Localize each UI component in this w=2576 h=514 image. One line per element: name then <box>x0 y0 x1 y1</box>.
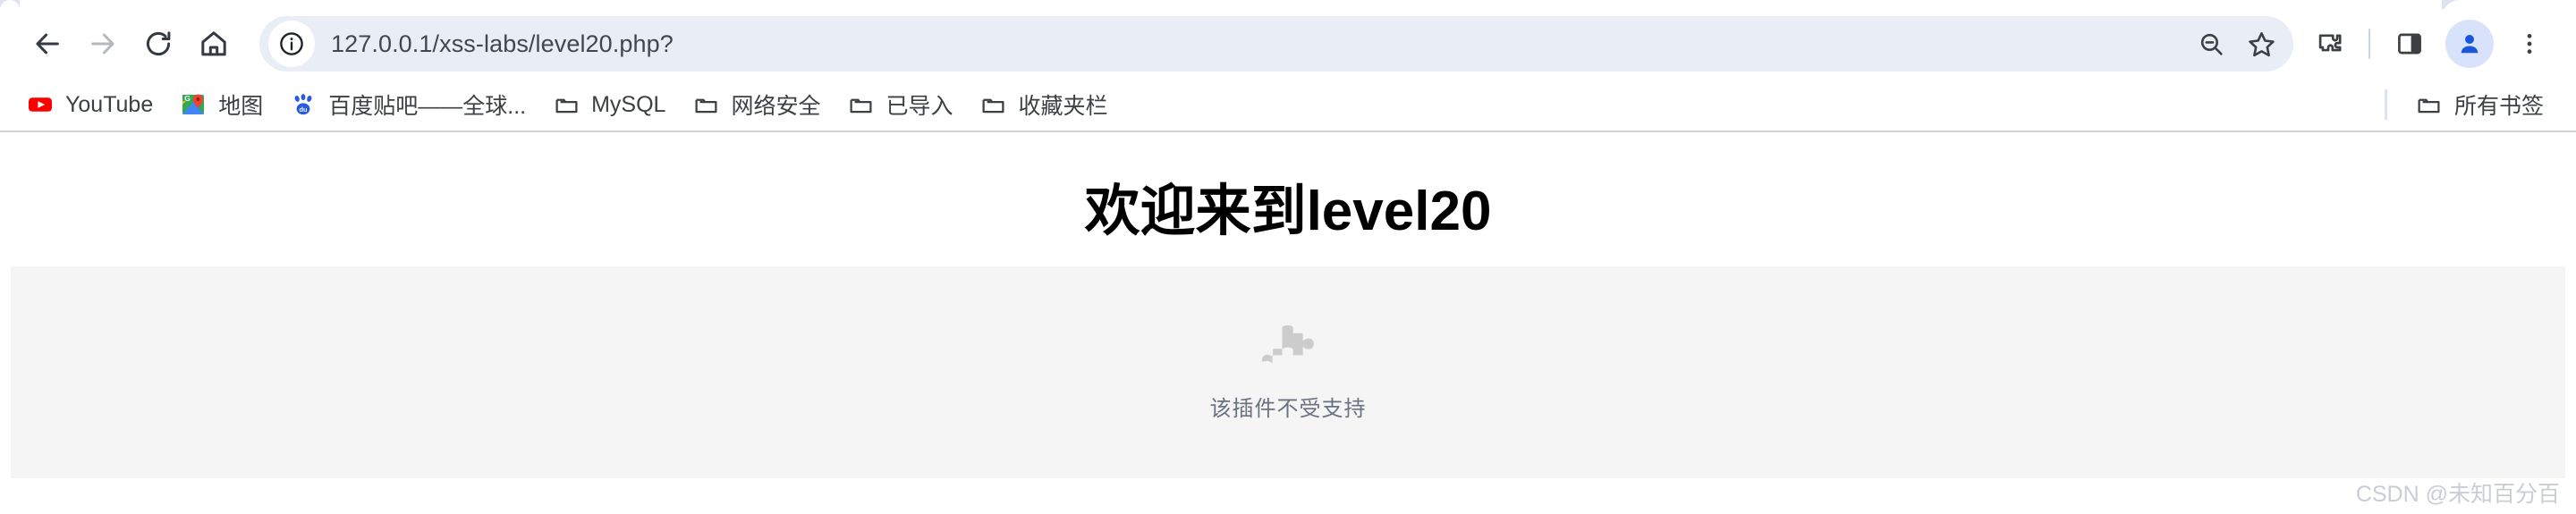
folder-icon <box>553 91 580 118</box>
tab-strip-fill <box>0 0 2576 9</box>
bookmark-label: 地图 <box>218 94 264 119</box>
back-button[interactable] <box>20 16 75 72</box>
forward-button[interactable] <box>75 16 131 72</box>
folder-icon <box>980 91 1007 118</box>
svg-text:du: du <box>300 105 309 114</box>
bookmark-star-icon[interactable] <box>2236 19 2286 69</box>
bookmark-label: 收藏夹栏 <box>1018 94 1108 119</box>
youtube-icon <box>27 91 54 118</box>
tab-strip-edge <box>0 0 2576 20</box>
home-button[interactable] <box>186 16 242 72</box>
watermark: CSDN @未知百分百 <box>2355 482 2560 507</box>
bookmark-folder-bookmarks-bar[interactable]: 收藏夹栏 <box>970 84 1119 125</box>
bookmark-maps[interactable]: G 地图 <box>169 84 274 125</box>
extensions-icon[interactable] <box>2302 17 2356 71</box>
browser-window: 127.0.0.1/xss-labs/level20.php? YouTube … <box>0 0 2576 514</box>
baidu-icon: du <box>290 91 317 118</box>
side-panel-icon[interactable] <box>2383 17 2436 71</box>
folder-icon <box>692 91 719 118</box>
folder-icon <box>847 91 874 118</box>
bookmark-label: 网络安全 <box>731 94 821 119</box>
google-maps-icon: G <box>180 91 207 118</box>
zoom-out-icon[interactable] <box>2186 19 2236 69</box>
bookmark-label: 百度贴吧——全球... <box>328 94 527 119</box>
plugin-placeholder[interactable]: 该插件不受支持 <box>11 266 2565 478</box>
site-info-icon[interactable] <box>268 21 315 67</box>
plugin-message: 该插件不受支持 <box>1209 396 1367 421</box>
folder-icon <box>2416 91 2443 118</box>
tab-notch-right <box>2442 0 2576 20</box>
profile-avatar[interactable] <box>2445 20 2494 68</box>
browser-menu-icon[interactable] <box>2503 17 2556 71</box>
bookmark-label: YouTube <box>65 91 154 117</box>
bookmark-label: MySQL <box>591 91 666 117</box>
page-title: 欢迎来到level20 <box>1084 181 1492 242</box>
svg-text:G: G <box>184 94 191 103</box>
bookmark-folder-imported[interactable]: 已导入 <box>836 84 963 125</box>
reload-button[interactable] <box>131 16 186 72</box>
url-text[interactable]: 127.0.0.1/xss-labs/level20.php? <box>331 30 2186 58</box>
toolbar-separator <box>2368 29 2370 59</box>
bookmark-baidu-tieba[interactable]: du 百度贴吧——全球... <box>279 84 537 125</box>
address-bar[interactable]: 127.0.0.1/xss-labs/level20.php? <box>259 16 2293 72</box>
all-bookmarks-label: 所有书签 <box>2453 94 2544 119</box>
bookmark-youtube[interactable]: YouTube <box>16 84 164 125</box>
page-viewport: 欢迎来到level20 该插件不受支持 CSDN @未知百分百 <box>0 131 2576 514</box>
bookmarks-separator <box>2384 89 2387 120</box>
bookmarks-bar: YouTube G 地图 du 百度贴吧——全球... MySQL 网络安全 已… <box>0 79 2576 131</box>
bookmark-label: 已导入 <box>886 94 953 119</box>
all-bookmarks-button[interactable]: 所有书签 <box>2405 84 2555 125</box>
puzzle-piece-icon <box>1262 324 1314 375</box>
bookmark-folder-network-security[interactable]: 网络安全 <box>682 84 831 125</box>
bookmark-folder-mysql[interactable]: MySQL <box>542 84 676 125</box>
browser-toolbar: 127.0.0.1/xss-labs/level20.php? <box>0 9 2576 79</box>
tab-notch-left <box>0 0 20 20</box>
